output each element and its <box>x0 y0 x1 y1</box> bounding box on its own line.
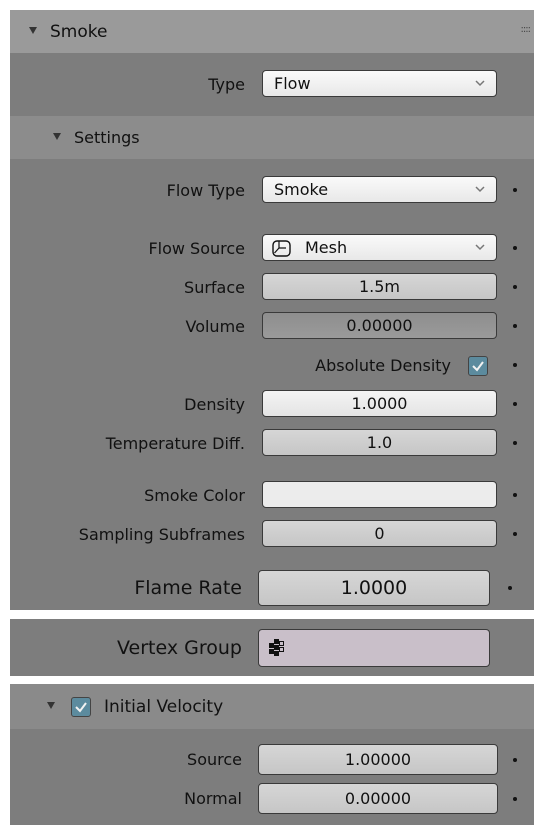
vertex-group-icon <box>269 639 284 656</box>
checkmark-icon <box>472 361 484 372</box>
initial-velocity-checkbox[interactable] <box>71 697 91 717</box>
animate-property-dot[interactable] <box>513 493 517 497</box>
type-dropdown[interactable]: Flow <box>262 70 497 97</box>
normal-label: Normal <box>184 789 242 808</box>
animate-property-dot[interactable] <box>513 758 517 762</box>
smoke-panel: Smoke :::: Type Flow Settings Flow Type … <box>10 10 534 610</box>
vertex-group-panel: Vertex Group <box>10 619 534 676</box>
smoke-panel-header[interactable]: Smoke :::: <box>10 10 534 53</box>
animate-property-dot[interactable] <box>508 586 512 590</box>
flame-rate-field[interactable]: 1.0000 <box>258 570 490 606</box>
panel-title: Smoke <box>50 22 108 42</box>
surface-label: Surface <box>184 278 245 297</box>
smoke-color-label: Smoke Color <box>144 486 245 505</box>
flow-source-value: Mesh <box>305 238 348 257</box>
drag-grip-icon[interactable]: :::: <box>521 24 532 35</box>
animate-property-dot[interactable] <box>513 797 517 801</box>
initial-velocity-panel: Initial Velocity Source 1.00000 Normal 0… <box>10 684 534 825</box>
initial-velocity-header[interactable]: Initial Velocity <box>10 684 534 729</box>
sampling-subframes-field[interactable]: 0 <box>262 520 497 547</box>
triangle-down-icon[interactable] <box>29 27 37 34</box>
animate-property-dot[interactable] <box>513 363 517 367</box>
volume-label: Volume <box>185 317 245 336</box>
volume-field[interactable]: 0.00000 <box>262 312 497 339</box>
flow-type-label: Flow Type <box>166 181 245 200</box>
animate-property-dot[interactable] <box>513 246 517 250</box>
animate-property-dot[interactable] <box>513 285 517 289</box>
mesh-cube-icon <box>272 239 291 257</box>
source-value: 1.00000 <box>344 750 412 769</box>
flow-type-value: Smoke <box>274 180 329 199</box>
settings-subpanel-header[interactable]: Settings <box>10 116 534 159</box>
density-label: Density <box>184 395 245 414</box>
animate-property-dot[interactable] <box>513 324 517 328</box>
source-label: Source <box>187 750 242 769</box>
chevron-down-icon <box>475 186 485 193</box>
normal-field[interactable]: 0.00000 <box>258 783 498 814</box>
flow-source-dropdown[interactable]: Mesh <box>262 234 497 261</box>
flow-type-dropdown[interactable]: Smoke <box>262 176 497 203</box>
animate-property-dot[interactable] <box>513 441 517 445</box>
flow-source-label: Flow Source <box>148 239 245 258</box>
sampling-subframes-value: 0 <box>374 524 385 543</box>
type-label: Type <box>208 75 245 94</box>
absolute-density-checkbox[interactable] <box>468 356 488 376</box>
density-field[interactable]: 1.0000 <box>262 390 497 417</box>
animate-property-dot[interactable] <box>513 188 517 192</box>
animate-property-dot[interactable] <box>513 532 517 536</box>
absolute-density-label: Absolute Density <box>315 356 451 375</box>
surface-value: 1.5m <box>358 277 401 296</box>
type-value: Flow <box>274 74 311 93</box>
temperature-diff-value: 1.0 <box>366 433 393 452</box>
settings-title: Settings <box>74 128 140 147</box>
triangle-down-icon[interactable] <box>53 133 61 140</box>
vertex-group-field[interactable] <box>258 629 490 667</box>
flame-rate-label: Flame Rate <box>134 577 242 599</box>
checkmark-icon <box>75 702 87 713</box>
surface-field[interactable]: 1.5m <box>262 273 497 300</box>
chevron-down-icon <box>475 80 485 87</box>
volume-value: 0.00000 <box>346 316 413 335</box>
temperature-diff-field[interactable]: 1.0 <box>262 429 497 456</box>
vertex-group-label: Vertex Group <box>117 637 242 659</box>
density-value: 1.0000 <box>351 394 408 413</box>
source-field[interactable]: 1.00000 <box>258 744 498 775</box>
flame-rate-value: 1.0000 <box>340 577 408 599</box>
initial-velocity-title: Initial Velocity <box>104 697 224 717</box>
temperature-diff-label: Temperature Diff. <box>105 434 245 453</box>
normal-value: 0.00000 <box>344 789 412 808</box>
animate-property-dot[interactable] <box>513 402 517 406</box>
triangle-down-icon[interactable] <box>47 702 55 709</box>
sampling-subframes-label: Sampling Subframes <box>78 525 245 544</box>
smoke-color-swatch[interactable] <box>262 481 497 508</box>
chevron-down-icon <box>475 244 485 251</box>
